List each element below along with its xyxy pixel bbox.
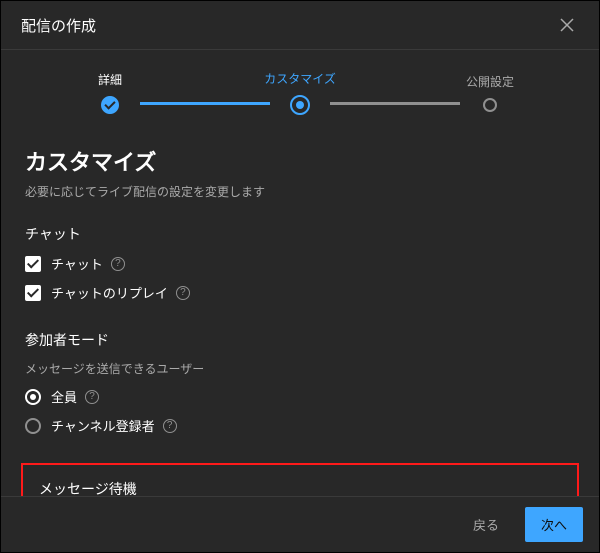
stepper: 詳細 カスタマイズ 公開設定 [25, 70, 575, 115]
create-stream-modal: 配信の作成 詳細 カスタマイズ 公開設定 カスタマイズ 必要に応じてライブ配信の… [0, 0, 600, 553]
radio-icon [25, 418, 41, 434]
page-subtitle: 必要に応じてライブ配信の設定を変更します [25, 183, 575, 200]
radio-icon [25, 389, 41, 405]
checkbox-icon [25, 285, 41, 301]
step-customize[interactable]: カスタマイズ [270, 70, 330, 115]
radio-participant-subscribers[interactable]: チャンネル登録者 ? [25, 416, 575, 435]
checkbox-chat-replay[interactable]: チャットのリプレイ ? [25, 283, 575, 302]
section-participant-sub: メッセージを送信できるユーザー [25, 360, 575, 377]
modal-body: 詳細 カスタマイズ 公開設定 カスタマイズ 必要に応じてライブ配信の設定を変更し… [1, 50, 599, 496]
close-button[interactable] [555, 13, 579, 37]
radio-label: 全員 [51, 387, 77, 406]
step-visibility[interactable]: 公開設定 [460, 73, 520, 112]
step-current-icon [290, 95, 310, 115]
step-label: 詳細 [98, 71, 122, 88]
step-connector [140, 102, 270, 105]
help-icon[interactable]: ? [111, 257, 125, 271]
next-button[interactable]: 次へ [525, 507, 583, 542]
back-button[interactable]: 戻る [457, 507, 515, 542]
radio-participant-all[interactable]: 全員 ? [25, 387, 575, 406]
message-wait-highlight: メッセージ待機 参加者がメッセージを送信できるようになるまで待機しなければならな… [21, 463, 579, 496]
checkbox-icon [25, 256, 41, 272]
step-label: 公開設定 [466, 73, 514, 90]
step-done-icon [101, 96, 119, 114]
step-pending-icon [483, 98, 497, 112]
step-label: カスタマイズ [264, 70, 336, 87]
page-title: カスタマイズ [25, 145, 575, 177]
section-message-wait-label: メッセージ待機 [39, 479, 561, 496]
help-icon[interactable]: ? [85, 390, 99, 404]
checkbox-enable-chat[interactable]: チャット ? [25, 254, 575, 273]
checkbox-label: チャット [51, 254, 103, 273]
step-connector [330, 102, 460, 105]
radio-label: チャンネル登録者 [51, 416, 155, 435]
close-icon [559, 17, 575, 33]
section-chat-label: チャット [25, 224, 575, 244]
help-icon[interactable]: ? [163, 419, 177, 433]
modal-title: 配信の作成 [21, 15, 96, 36]
step-details[interactable]: 詳細 [80, 71, 140, 114]
section-participant-label: 参加者モード [25, 330, 575, 350]
modal-header: 配信の作成 [1, 1, 599, 50]
checkbox-label: チャットのリプレイ [51, 283, 168, 302]
help-icon[interactable]: ? [176, 286, 190, 300]
modal-footer: 戻る 次へ [1, 496, 599, 552]
